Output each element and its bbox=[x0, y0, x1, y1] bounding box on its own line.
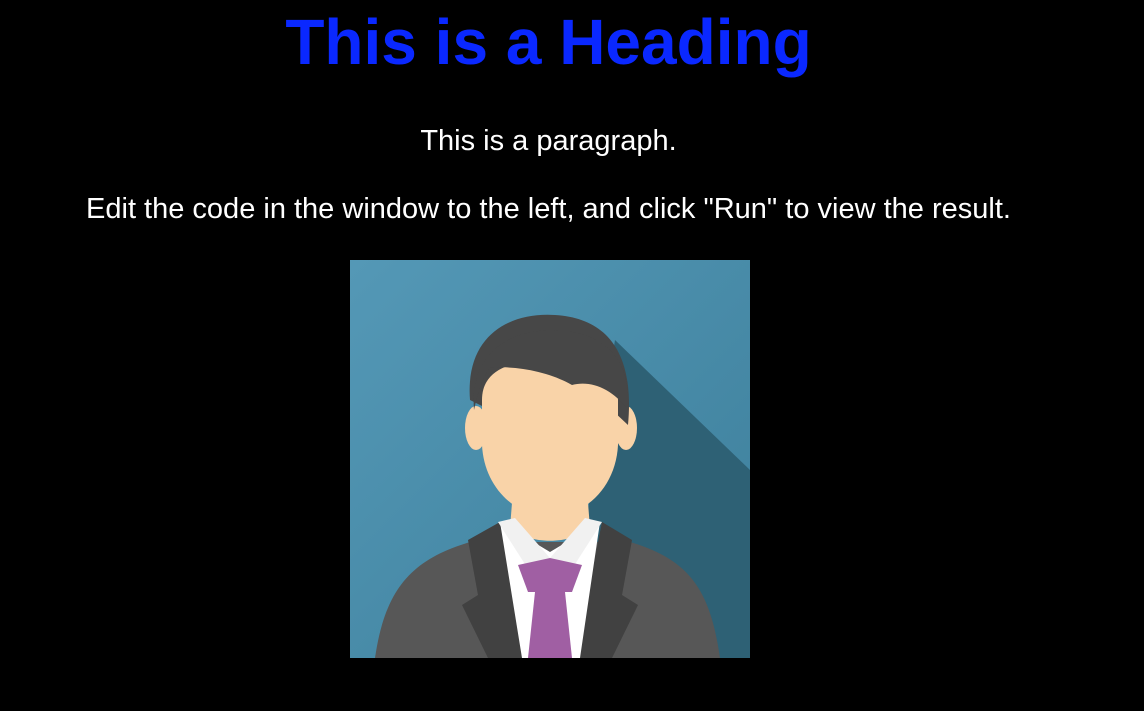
instructions-text: Edit the code in the window to the left,… bbox=[86, 193, 1011, 225]
tie-body bbox=[528, 592, 572, 658]
avatar-image bbox=[350, 260, 750, 658]
result-page: This is a Heading This is a paragraph. E… bbox=[0, 0, 1144, 711]
page-heading: This is a Heading bbox=[285, 6, 812, 78]
tie-knot bbox=[518, 558, 582, 592]
paragraph-text: This is a paragraph. bbox=[420, 125, 677, 157]
